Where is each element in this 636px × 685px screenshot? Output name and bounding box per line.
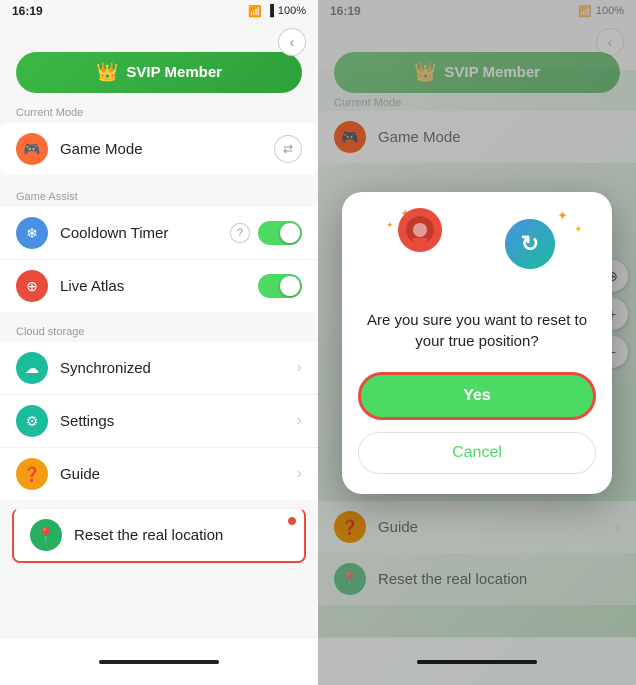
crown-icon: 👑 <box>96 62 118 83</box>
live-atlas-toggle[interactable] <box>258 274 302 298</box>
bottom-tab-left <box>0 637 318 685</box>
chevron-left-icon: ‹ <box>290 34 295 50</box>
left-panel: 16:19 📶 ▐ 100% ‹ 👑 SVIP Member Current M… <box>0 0 318 685</box>
guide-label-left: Guide <box>60 466 297 483</box>
cooldown-icon: ❄ <box>16 217 48 249</box>
dialog-yes-button[interactable]: Yes <box>358 372 596 420</box>
refresh-symbol: ↻ <box>521 231 539 257</box>
cloud-storage-section: Cloud storage <box>0 312 318 342</box>
guide-icon: ❓ <box>23 466 40 483</box>
live-atlas-toggle-knob <box>280 276 300 296</box>
sync-icon-circle: ☁ <box>16 352 48 384</box>
reset-location-label-left: Reset the real location <box>74 527 288 544</box>
synchronized-item[interactable]: ☁ Synchronized › <box>0 342 318 394</box>
switch-icon: ⇄ <box>283 142 293 156</box>
cooldown-timer-item[interactable]: ❄ Cooldown Timer ? <box>0 207 318 259</box>
status-bar-left: 16:19 📶 ▐ 100% <box>0 0 318 22</box>
home-indicator-left <box>99 660 219 664</box>
settings-icon-circle: ⚙ <box>16 405 48 437</box>
refresh-icon: ↻ <box>502 216 558 272</box>
gear-icon: ⚙ <box>26 413 39 430</box>
synchronized-label: Synchronized <box>60 360 297 377</box>
battery-icon: 100% <box>278 5 306 17</box>
cooldown-toggle[interactable] <box>258 221 302 245</box>
dialog-cancel-button[interactable]: Cancel <box>358 432 596 474</box>
sparkle-icon-4: ✦ <box>574 224 582 235</box>
settings-label: Settings <box>60 413 297 430</box>
game-mode-item-left[interactable]: 🎮 Game Mode ⇄ <box>0 123 318 175</box>
location-pin-icon: 📍 <box>37 527 54 544</box>
guide-item-left[interactable]: ❓ Guide › <box>0 447 318 500</box>
signal-icon: ▐ <box>266 5 274 17</box>
reset-icon-circle: 📍 <box>30 519 62 551</box>
right-panel: 16:19 📶 100% ‹ 👑 SVIP Member Current Mod… <box>318 0 636 685</box>
game-assist-section-left: Game Assist <box>0 177 318 207</box>
help-icon-cooldown[interactable]: ? <box>230 223 250 243</box>
cooldown-toggle-knob <box>280 223 300 243</box>
guide-icon-circle: ❓ <box>16 458 48 490</box>
mode-switch-icon[interactable]: ⇄ <box>274 135 302 163</box>
red-pin-icon <box>394 204 446 273</box>
chevron-right-settings: › <box>297 412 302 430</box>
reset-location-item-left[interactable]: 📍 Reset the real location <box>12 508 306 563</box>
current-mode-section-left: Current Mode <box>0 93 318 123</box>
snowflake-icon: ❄ <box>26 225 38 242</box>
dialog-yes-label: Yes <box>463 387 491 404</box>
chevron-right-sync: › <box>297 359 302 377</box>
game-mode-label-left: Game Mode <box>60 141 274 158</box>
cooldown-label: Cooldown Timer <box>60 225 230 242</box>
wifi-icon: 📶 <box>248 5 262 18</box>
live-atlas-icon: ⊕ <box>26 278 38 295</box>
sparkle-icon-3: ✦ <box>557 208 568 224</box>
confirm-dialog: ✦ ✦ ↻ <box>342 192 612 494</box>
right-content: 16:19 📶 100% ‹ 👑 SVIP Member Current Mod… <box>318 0 636 685</box>
back-button-left[interactable]: ‹ <box>278 28 306 56</box>
notification-dot-left <box>288 517 296 525</box>
status-icons-left: 📶 ▐ 100% <box>248 5 306 18</box>
live-atlas-label: Live Atlas <box>60 278 258 295</box>
dialog-cancel-label: Cancel <box>452 444 502 461</box>
svip-label-left: SVIP Member <box>126 64 222 81</box>
svip-button-left[interactable]: 👑 SVIP Member <box>16 52 302 93</box>
dialog-overlay: ✦ ✦ ↻ <box>318 0 636 685</box>
gamepad-icon: 🎮 <box>23 141 40 158</box>
live-atlas-icon-circle: ⊕ <box>16 270 48 302</box>
settings-item[interactable]: ⚙ Settings › <box>0 394 318 447</box>
game-mode-icon-left: 🎮 <box>16 133 48 165</box>
dialog-header-icons: ✦ ✦ ↻ <box>342 192 612 302</box>
cloud-icon: ☁ <box>25 360 39 377</box>
sparkle-icon-2: ✦ <box>386 220 394 231</box>
dialog-question: Are you sure you want to reset to your t… <box>342 302 612 372</box>
time-left: 16:19 <box>12 4 43 18</box>
chevron-right-guide: › <box>297 465 302 483</box>
live-atlas-item[interactable]: ⊕ Live Atlas <box>0 259 318 312</box>
